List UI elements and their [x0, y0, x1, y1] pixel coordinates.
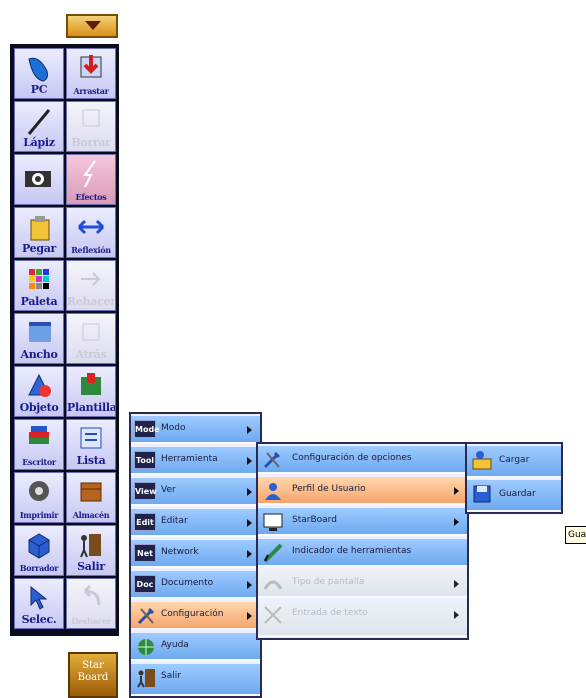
menu-item-editar[interactable]: Edit Editar	[131, 509, 260, 537]
perfil-usuario-submenu: Cargar Guardar	[465, 442, 563, 514]
writer-icon	[29, 426, 49, 444]
user-profile-icon	[265, 483, 281, 500]
menu-item-perfil-usuario[interactable]: Perfil de Usuario	[258, 477, 467, 505]
tool-salir[interactable]: Salir	[66, 525, 116, 576]
menu-item-entrada-texto[interactable]: Entrada de texto	[258, 601, 467, 637]
redo-icon	[81, 272, 101, 286]
pen-indicator-icon	[263, 543, 283, 563]
menu-item-ver[interactable]: View Ver	[131, 478, 260, 506]
submenu-arrow-icon	[247, 488, 252, 496]
back-icon	[82, 323, 100, 341]
tool-escritor[interactable]: Escritor	[14, 419, 64, 470]
menu-item-herramienta[interactable]: Tool Herramienta	[131, 447, 260, 475]
tool-selec[interactable]: Selec.	[14, 578, 64, 629]
submenu-arrow-icon	[454, 580, 459, 588]
tool-almacen[interactable]: Almacén	[66, 472, 116, 523]
tool-lista[interactable]: Lista	[66, 419, 116, 470]
text-input-icon	[264, 606, 282, 624]
menu-item-cargar[interactable]: Cargar	[467, 446, 561, 478]
menu-item-configuracion[interactable]: Configuración	[131, 602, 260, 630]
camera-icon	[25, 171, 51, 187]
palette-icon	[29, 269, 49, 289]
starboard-start-button[interactable]: Star Board	[68, 652, 118, 698]
tool-camera[interactable]	[14, 154, 64, 205]
menu-item-network[interactable]: Net Network	[131, 540, 260, 568]
tool-rehacer[interactable]: Rehacer	[66, 260, 116, 311]
tool-imprimir[interactable]: Imprimir	[14, 472, 64, 523]
menu-item-modo[interactable]: Mode Modo	[131, 416, 260, 444]
width-icon	[29, 322, 51, 342]
tool-paleta[interactable]: Paleta	[14, 260, 64, 311]
submenu-arrow-icon	[247, 457, 252, 465]
submenu-arrow-icon	[247, 581, 252, 589]
menu-item-ayuda[interactable]: Ayuda	[131, 633, 260, 661]
settings-tools-icon	[137, 607, 155, 625]
tool-borrador[interactable]: Borrador	[14, 525, 64, 576]
tool-pegar[interactable]: Pegar	[14, 207, 64, 258]
chevron-down-icon	[85, 21, 101, 30]
submenu-arrow-icon	[247, 426, 252, 434]
save-icon	[473, 485, 491, 503]
menu-item-salir[interactable]: Salir	[131, 664, 260, 696]
tool-ancho[interactable]: Ancho	[14, 313, 64, 364]
printer-icon	[29, 481, 49, 501]
tool-deshacer[interactable]: Deshacer	[66, 578, 116, 629]
menu-item-tipo-pantalla[interactable]: Tipo de pantalla	[258, 570, 467, 598]
menu-item-starboard[interactable]: StarBoard	[258, 508, 467, 536]
submenu-arrow-icon	[454, 518, 459, 526]
configuracion-submenu: Configuración de opciones Perfil de Usua…	[256, 442, 469, 640]
submenu-arrow-icon	[454, 487, 459, 495]
effects-icon	[83, 160, 96, 188]
main-toolbar: PC Arrastar Lápiz Borrar Efectos Pegar R…	[10, 44, 119, 636]
tool-efectos[interactable]: Efectos	[66, 154, 116, 205]
load-icon	[472, 451, 492, 470]
main-menu: Mode Modo Tool Herramienta View Ver Edit…	[129, 412, 262, 698]
menu-item-documento[interactable]: Doc Documento	[131, 571, 260, 599]
template-icon	[81, 373, 101, 395]
tool-plantilla[interactable]: Plantilla	[66, 366, 116, 417]
tool-objeto[interactable]: Objeto	[14, 366, 64, 417]
submenu-arrow-icon	[454, 611, 459, 619]
help-globe-icon	[138, 639, 154, 655]
paste-icon	[30, 216, 50, 241]
drag-icon	[80, 55, 102, 78]
select-arrow-icon	[30, 585, 48, 610]
tool-arrastar[interactable]: Arrastar	[66, 48, 116, 99]
shapes-icon	[28, 373, 51, 397]
reflect-icon	[77, 219, 105, 235]
screen-type-icon	[263, 580, 283, 590]
tools-icon	[263, 451, 281, 469]
menu-item-indicador-herramientas[interactable]: Indicador de herramientas	[258, 539, 467, 567]
eraser-icon	[82, 109, 100, 127]
tooltip: Guardar	[565, 526, 586, 544]
tool-borrar[interactable]: Borrar	[66, 101, 116, 152]
exit-door-icon	[137, 669, 155, 688]
toolbar-collapse-handle[interactable]	[66, 14, 118, 38]
list-icon	[80, 427, 102, 449]
exit-icon	[80, 534, 101, 558]
menu-item-guardar[interactable]: Guardar	[467, 480, 561, 512]
tool-pc[interactable]: PC	[14, 48, 64, 99]
tool-atras[interactable]: Atrás	[66, 313, 116, 364]
menu-item-configuracion-opciones[interactable]: Configuración de opciones	[258, 446, 467, 474]
tool-reflexion[interactable]: Reflexión	[66, 207, 116, 258]
storage-icon	[80, 482, 102, 502]
submenu-arrow-icon	[247, 519, 252, 527]
pencil-icon	[27, 109, 51, 135]
mouse-icon	[28, 57, 48, 82]
undo-icon	[83, 584, 101, 606]
submenu-arrow-icon	[247, 550, 252, 558]
tool-lapiz[interactable]: Lápiz	[14, 101, 64, 152]
cube-eraser-icon	[28, 533, 50, 559]
submenu-arrow-icon	[247, 612, 252, 620]
monitor-icon	[263, 513, 283, 531]
